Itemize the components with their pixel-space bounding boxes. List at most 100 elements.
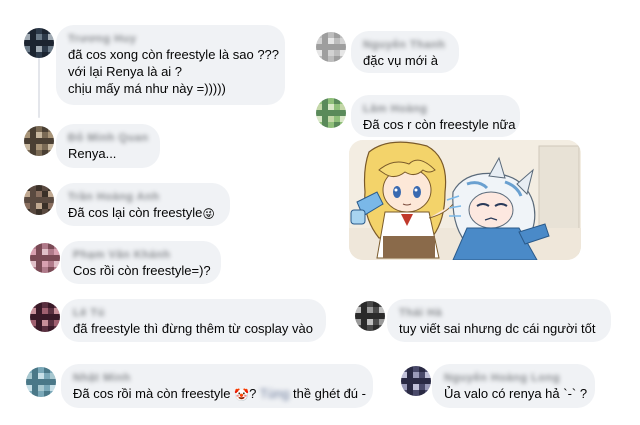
avatar-pixel [36, 209, 42, 215]
commenter-avatar[interactable] [401, 366, 431, 396]
commenter-avatar[interactable] [24, 28, 54, 58]
sticker-image[interactable] [349, 140, 581, 260]
commenter-avatar[interactable] [316, 98, 346, 128]
commenter-avatar[interactable] [355, 301, 385, 331]
avatar-pixel [42, 209, 48, 215]
commenter-avatar[interactable] [30, 243, 60, 273]
commenter-name[interactable]: Lâm Hoàng [363, 103, 508, 116]
commenter-avatar[interactable] [24, 185, 54, 215]
avatar-pixel [50, 391, 56, 397]
avatar-pixel [42, 308, 48, 314]
commenter-name[interactable]: Nguyễn Hoàng Long [444, 372, 583, 385]
avatar-pixel [361, 325, 367, 331]
avatar-pixel [30, 249, 36, 255]
comment-text: Renya... [68, 146, 117, 161]
avatar-pixel [413, 384, 419, 390]
commenter-name[interactable]: Nhật Minh [73, 372, 361, 385]
avatar-pixel [401, 384, 407, 390]
avatar-pixel [361, 319, 367, 325]
avatar-pixel [373, 301, 379, 307]
avatar-pixel [30, 314, 36, 320]
avatar-pixel-mosaic [24, 126, 54, 156]
avatar-pixel [42, 197, 48, 203]
avatar-pixel [30, 255, 36, 261]
avatar-pixel [54, 302, 60, 308]
avatar-pixel [361, 301, 367, 307]
avatar-pixel [36, 144, 42, 150]
avatar-pixel [48, 249, 54, 255]
avatar-pixel [48, 34, 54, 40]
avatar-pixel [48, 144, 54, 150]
comment-text: Cos rồi còn freestyle=)? [73, 263, 211, 278]
avatar-pixel [407, 390, 413, 396]
winking-tongue-emoji-icon: 😜 [202, 207, 215, 221]
avatar-pixel [38, 373, 44, 379]
commenter-avatar[interactable] [24, 126, 54, 156]
avatar-pixel [30, 267, 36, 273]
avatar-pixel [36, 191, 42, 197]
avatar-pixel [26, 373, 32, 379]
avatar-pixel [328, 50, 334, 56]
avatar-pixel [334, 44, 340, 50]
commenter-avatar[interactable] [26, 367, 56, 397]
avatar-pixel [316, 38, 322, 44]
avatar-pixel [36, 40, 42, 46]
avatar-pixel [419, 390, 425, 396]
avatar-pixel [24, 46, 30, 52]
avatar-pixel [42, 132, 48, 138]
commenter-name[interactable]: Trương Huy [68, 33, 273, 46]
comment-text-question: ? [249, 386, 257, 401]
avatar-pixel [316, 44, 322, 50]
comment-text: đã cos xong còn freestyle là sao ??? [68, 47, 280, 62]
reply-thread-line [38, 58, 40, 118]
avatar-pixel [367, 313, 373, 319]
avatar-pixel [36, 302, 42, 308]
commenter-name[interactable]: Đỗ Minh Quang [68, 132, 148, 145]
commenter-avatar[interactable] [316, 32, 346, 62]
avatar-pixel [24, 144, 30, 150]
avatar-pixel [355, 313, 361, 319]
avatar-pixel [30, 326, 36, 332]
avatar-pixel [30, 209, 36, 215]
avatar-pixel [367, 319, 373, 325]
avatar-pixel [30, 46, 36, 52]
comment-text-main: Đã cos lại còn freestyle [68, 205, 203, 220]
commenter-name[interactable]: Thái Hà [399, 307, 599, 320]
avatar-pixel-mosaic [401, 366, 431, 396]
commenter-name[interactable]: Phạm Văn Khánh [73, 249, 209, 262]
commenter-avatar[interactable] [30, 302, 60, 332]
avatar-pixel [50, 385, 56, 391]
avatar-pixel [36, 46, 42, 52]
avatar-pixel [340, 110, 346, 116]
comment-bubble: Thái Hà tuy viết sai nhưng dc cái người … [387, 299, 611, 342]
avatar-pixel [48, 126, 54, 132]
avatar-pixel [322, 38, 328, 44]
comment-text: tuy viết sai nhưng dc cái người tốt [399, 321, 596, 336]
avatar-pixel [50, 373, 56, 379]
tagged-user-link[interactable]: Tùng [260, 386, 290, 401]
avatar-pixel [322, 44, 328, 50]
avatar-pixel [38, 379, 44, 385]
commenter-name[interactable]: Trần Hoàng Anh [68, 191, 218, 204]
avatar-pixel [36, 34, 42, 40]
avatar-pixel [316, 32, 322, 38]
avatar-pixel [413, 366, 419, 372]
avatar-pixel [48, 261, 54, 267]
comment-text-suffix: - [361, 386, 367, 401]
avatar-pixel [316, 104, 322, 110]
commenter-name[interactable]: Lê Tú [73, 307, 314, 320]
avatar-pixel [322, 122, 328, 128]
avatar-pixel [54, 267, 60, 273]
commenter-name[interactable]: Nguyễn Thanh Hà [363, 39, 447, 52]
avatar-pixel [30, 52, 36, 58]
avatar-pixel [316, 116, 322, 122]
avatar-pixel [340, 44, 346, 50]
avatar-pixel [26, 367, 32, 373]
avatar-pixel [48, 267, 54, 273]
avatar-pixel [367, 307, 373, 313]
avatar-pixel [48, 209, 54, 215]
avatar-pixel [425, 378, 431, 384]
avatar-pixel [30, 185, 36, 191]
avatar-pixel [30, 126, 36, 132]
avatar-pixel [30, 302, 36, 308]
